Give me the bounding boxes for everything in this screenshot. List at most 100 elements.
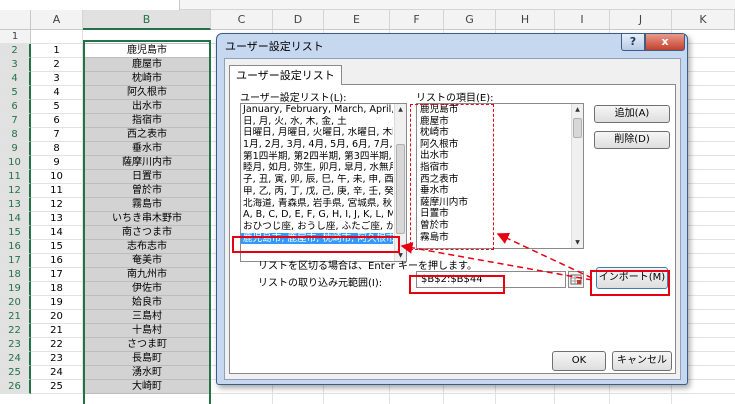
cell-b[interactable]: 長島町 bbox=[83, 352, 211, 366]
cell-b[interactable]: 指宿市 bbox=[83, 114, 211, 128]
cell-a[interactable]: 5 bbox=[31, 100, 83, 114]
cell-a[interactable]: 6 bbox=[31, 114, 83, 128]
list-entries-textbox[interactable]: 鹿児島市 鹿屋市 枕崎市 阿久根市 出水市 指宿市 西之表市 垂水市 薩摩川内市 日置市 曽於市 霧島… bbox=[416, 103, 584, 249]
column-header-e[interactable]: E bbox=[324, 10, 390, 30]
cell-a[interactable]: 17 bbox=[31, 268, 83, 282]
cell-b[interactable]: 霧島市 bbox=[83, 198, 211, 212]
cell-a[interactable]: 2 bbox=[31, 58, 83, 72]
cell-b[interactable]: 阿久根市 bbox=[83, 86, 211, 100]
row-header[interactable]: 25 bbox=[0, 366, 31, 380]
column-header-c[interactable]: C bbox=[211, 10, 273, 30]
list-entries-scrollbar[interactable]: ▲ ▼ bbox=[571, 104, 583, 248]
cell-b[interactable]: 十島村 bbox=[83, 324, 211, 338]
row-header[interactable]: 7 bbox=[0, 114, 31, 128]
cell-b[interactable]: 伊佐市 bbox=[83, 282, 211, 296]
row-header[interactable]: 20 bbox=[0, 296, 31, 310]
cell-b[interactable]: さつま町 bbox=[83, 338, 211, 352]
cell-b[interactable]: 鹿児島市 bbox=[83, 44, 211, 58]
cell-b[interactable]: 姶良市 bbox=[83, 296, 211, 310]
close-button[interactable]: x bbox=[645, 34, 685, 51]
scroll-up-icon[interactable]: ▲ bbox=[572, 104, 583, 115]
custom-lists-scrollbar[interactable]: ▲ ▼ bbox=[394, 104, 406, 261]
row-header[interactable]: 3 bbox=[0, 58, 31, 72]
cell-a[interactable]: 15 bbox=[31, 240, 83, 254]
row-header[interactable]: 6 bbox=[0, 100, 31, 114]
custom-list-item[interactable]: 睦月, 如月, 弥生, 卯月, 皐月, 水無月 bbox=[241, 162, 393, 174]
cell-a[interactable]: 4 bbox=[31, 86, 83, 100]
row-header[interactable]: 15 bbox=[0, 226, 31, 240]
cell-b[interactable]: 湧水町 bbox=[83, 366, 211, 380]
cell-b[interactable]: 南さつま市 bbox=[83, 226, 211, 240]
add-button[interactable]: 追加(A) bbox=[594, 105, 670, 123]
import-button[interactable]: インポート(M) bbox=[596, 267, 668, 289]
cell-b[interactable]: 鹿屋市 bbox=[83, 58, 211, 72]
row-header[interactable]: 19 bbox=[0, 282, 31, 296]
custom-list-item[interactable]: おひつじ座, おうし座, ふたご座, かに座, bbox=[241, 221, 393, 233]
row-header[interactable]: 16 bbox=[0, 240, 31, 254]
delete-button[interactable]: 削除(D) bbox=[594, 131, 670, 149]
cancel-button[interactable]: キャンセル bbox=[612, 351, 672, 371]
cell-a[interactable]: 9 bbox=[31, 156, 83, 170]
cell-a[interactable]: 12 bbox=[31, 198, 83, 212]
cell-a[interactable]: 11 bbox=[31, 184, 83, 198]
select-all-corner[interactable] bbox=[0, 10, 31, 30]
cell-b[interactable]: 大崎町 bbox=[83, 380, 211, 394]
row-header[interactable]: 21 bbox=[0, 310, 31, 324]
cell-a[interactable]: 23 bbox=[31, 352, 83, 366]
cell-a[interactable]: 24 bbox=[31, 366, 83, 380]
row-header[interactable]: 4 bbox=[0, 72, 31, 86]
cell-a[interactable]: 13 bbox=[31, 212, 83, 226]
cell-a[interactable] bbox=[31, 30, 83, 44]
row-header[interactable]: 11 bbox=[0, 170, 31, 184]
custom-list-item[interactable]: 第1四半期, 第2四半期, 第3四半期, 第 bbox=[241, 151, 393, 163]
row-header[interactable]: 8 bbox=[0, 128, 31, 142]
cell-b[interactable]: 日置市 bbox=[83, 170, 211, 184]
row-header[interactable]: 9 bbox=[0, 142, 31, 156]
column-header-g[interactable]: G bbox=[444, 10, 496, 30]
cell-b[interactable]: 曽於市 bbox=[83, 184, 211, 198]
cell-a[interactable]: 10 bbox=[31, 170, 83, 184]
custom-list-item[interactable]: 子, 丑, 寅, 卯, 辰, 巳, 午, 未, 申, 酉 bbox=[241, 174, 393, 186]
column-header-k[interactable]: K bbox=[672, 10, 735, 30]
custom-lists-listbox[interactable]: January, February, March, April, M 日, 月, … bbox=[240, 103, 407, 262]
scroll-thumb[interactable] bbox=[396, 144, 405, 234]
import-range-input[interactable]: $B$2:$B$44 bbox=[416, 271, 566, 288]
row-header[interactable]: 24 bbox=[0, 352, 31, 366]
cell-a[interactable]: 19 bbox=[31, 296, 83, 310]
cell-a[interactable]: 14 bbox=[31, 226, 83, 240]
cell-a[interactable]: 3 bbox=[31, 72, 83, 86]
cell-a[interactable]: 1 bbox=[31, 44, 83, 58]
column-header-h[interactable]: H bbox=[496, 10, 555, 30]
row-header[interactable]: 1 bbox=[0, 30, 31, 44]
row-header[interactable]: 22 bbox=[0, 324, 31, 338]
column-header-i[interactable]: I bbox=[555, 10, 610, 30]
cell-b[interactable]: 出水市 bbox=[83, 100, 211, 114]
row-header[interactable]: 5 bbox=[0, 86, 31, 100]
cell-b[interactable]: 枕崎市 bbox=[83, 72, 211, 86]
cell-a[interactable]: 8 bbox=[31, 142, 83, 156]
cell-a[interactable]: 7 bbox=[31, 128, 83, 142]
cell-b[interactable]: 西之表市 bbox=[83, 128, 211, 142]
custom-list-item[interactable]: January, February, March, April, M bbox=[241, 104, 393, 116]
ok-button[interactable]: OK bbox=[552, 351, 606, 371]
custom-list-item[interactable]: 日, 月, 火, 水, 木, 金, 土 bbox=[241, 116, 393, 128]
name-box[interactable] bbox=[0, 0, 180, 10]
scroll-down-icon[interactable]: ▼ bbox=[572, 237, 583, 248]
custom-list-item[interactable]: 北海道, 青森県, 岩手県, 宮城県, 秋田 bbox=[241, 198, 393, 210]
custom-list-item[interactable]: 日曜日, 月曜日, 火曜日, 水曜日, 木曜日 bbox=[241, 127, 393, 139]
scroll-up-icon[interactable]: ▲ bbox=[395, 104, 406, 115]
custom-list-item[interactable]: 甲, 乙, 丙, 丁, 戊, 己, 庚, 辛, 壬, 癸 bbox=[241, 186, 393, 198]
cell-b[interactable]: いちき串木野市 bbox=[83, 212, 211, 226]
cell-a[interactable]: 25 bbox=[31, 380, 83, 394]
custom-list-item[interactable]: 鹿児島市, 鹿屋市, 枕崎市, 阿久根市 bbox=[241, 232, 393, 245]
row-header[interactable]: 2 bbox=[0, 44, 31, 58]
row-header[interactable]: 13 bbox=[0, 198, 31, 212]
cell-a[interactable]: 21 bbox=[31, 324, 83, 338]
cell-b[interactable]: 垂水市 bbox=[83, 142, 211, 156]
cell-b[interactable]: 志布志市 bbox=[83, 240, 211, 254]
column-header-a[interactable]: A bbox=[31, 10, 83, 30]
cell-b[interactable]: 三島村 bbox=[83, 310, 211, 324]
cell-b[interactable]: 南九州市 bbox=[83, 268, 211, 282]
row-header[interactable]: 12 bbox=[0, 184, 31, 198]
custom-list-item[interactable]: 1月, 2月, 3月, 4月, 5月, 6月, 7月, 8 bbox=[241, 139, 393, 151]
